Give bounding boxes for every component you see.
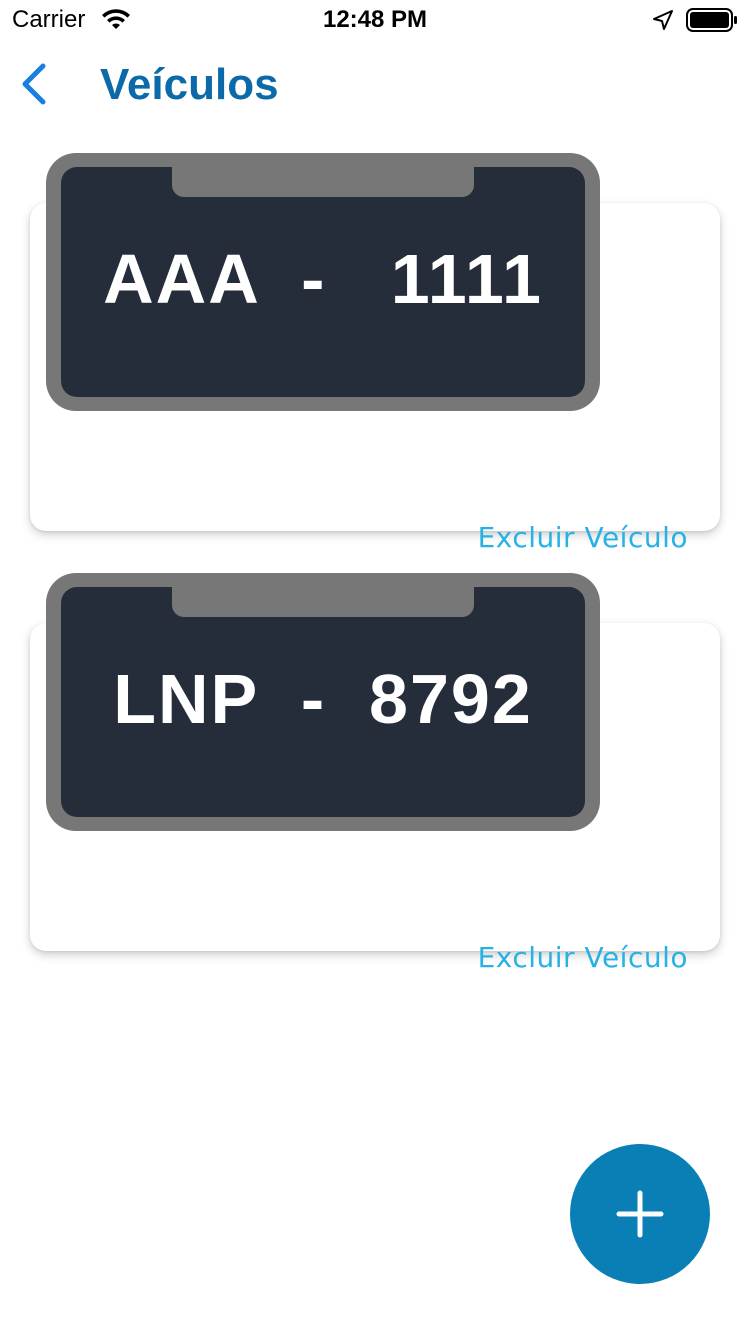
- status-time: 12:48 PM: [322, 6, 428, 33]
- license-plate: LNP - 8792: [46, 573, 600, 831]
- plus-icon: [616, 1190, 664, 1238]
- plate-number: LNP - 8792: [113, 660, 533, 738]
- back-button[interactable]: [6, 56, 62, 112]
- navigation-bar: Veículos: [0, 40, 750, 136]
- license-plate-tab: [172, 587, 474, 617]
- delete-vehicle-button[interactable]: Excluir Veículo: [478, 521, 688, 554]
- license-plate-body: LNP - 8792: [61, 587, 585, 817]
- page-title: Veículos: [100, 60, 279, 109]
- license-plate: AAA - 1111: [46, 153, 600, 411]
- license-plate-body: AAA - 1111: [61, 167, 585, 397]
- add-vehicle-button[interactable]: [570, 1144, 710, 1284]
- license-plate-tab: [172, 167, 474, 197]
- status-bar: Carrier 12:48 PM: [0, 0, 750, 40]
- vehicle-card: Excluir Veículo AAA - 1111: [0, 153, 750, 554]
- vehicle-card: Excluir Veículo LNP - 8792: [0, 573, 750, 974]
- chevron-left-icon: [22, 63, 46, 105]
- location-arrow-icon: [653, 10, 673, 30]
- delete-vehicle-button[interactable]: Excluir Veículo: [478, 941, 688, 974]
- plate-number: AAA - 1111: [103, 240, 543, 318]
- battery-icon: [686, 8, 737, 32]
